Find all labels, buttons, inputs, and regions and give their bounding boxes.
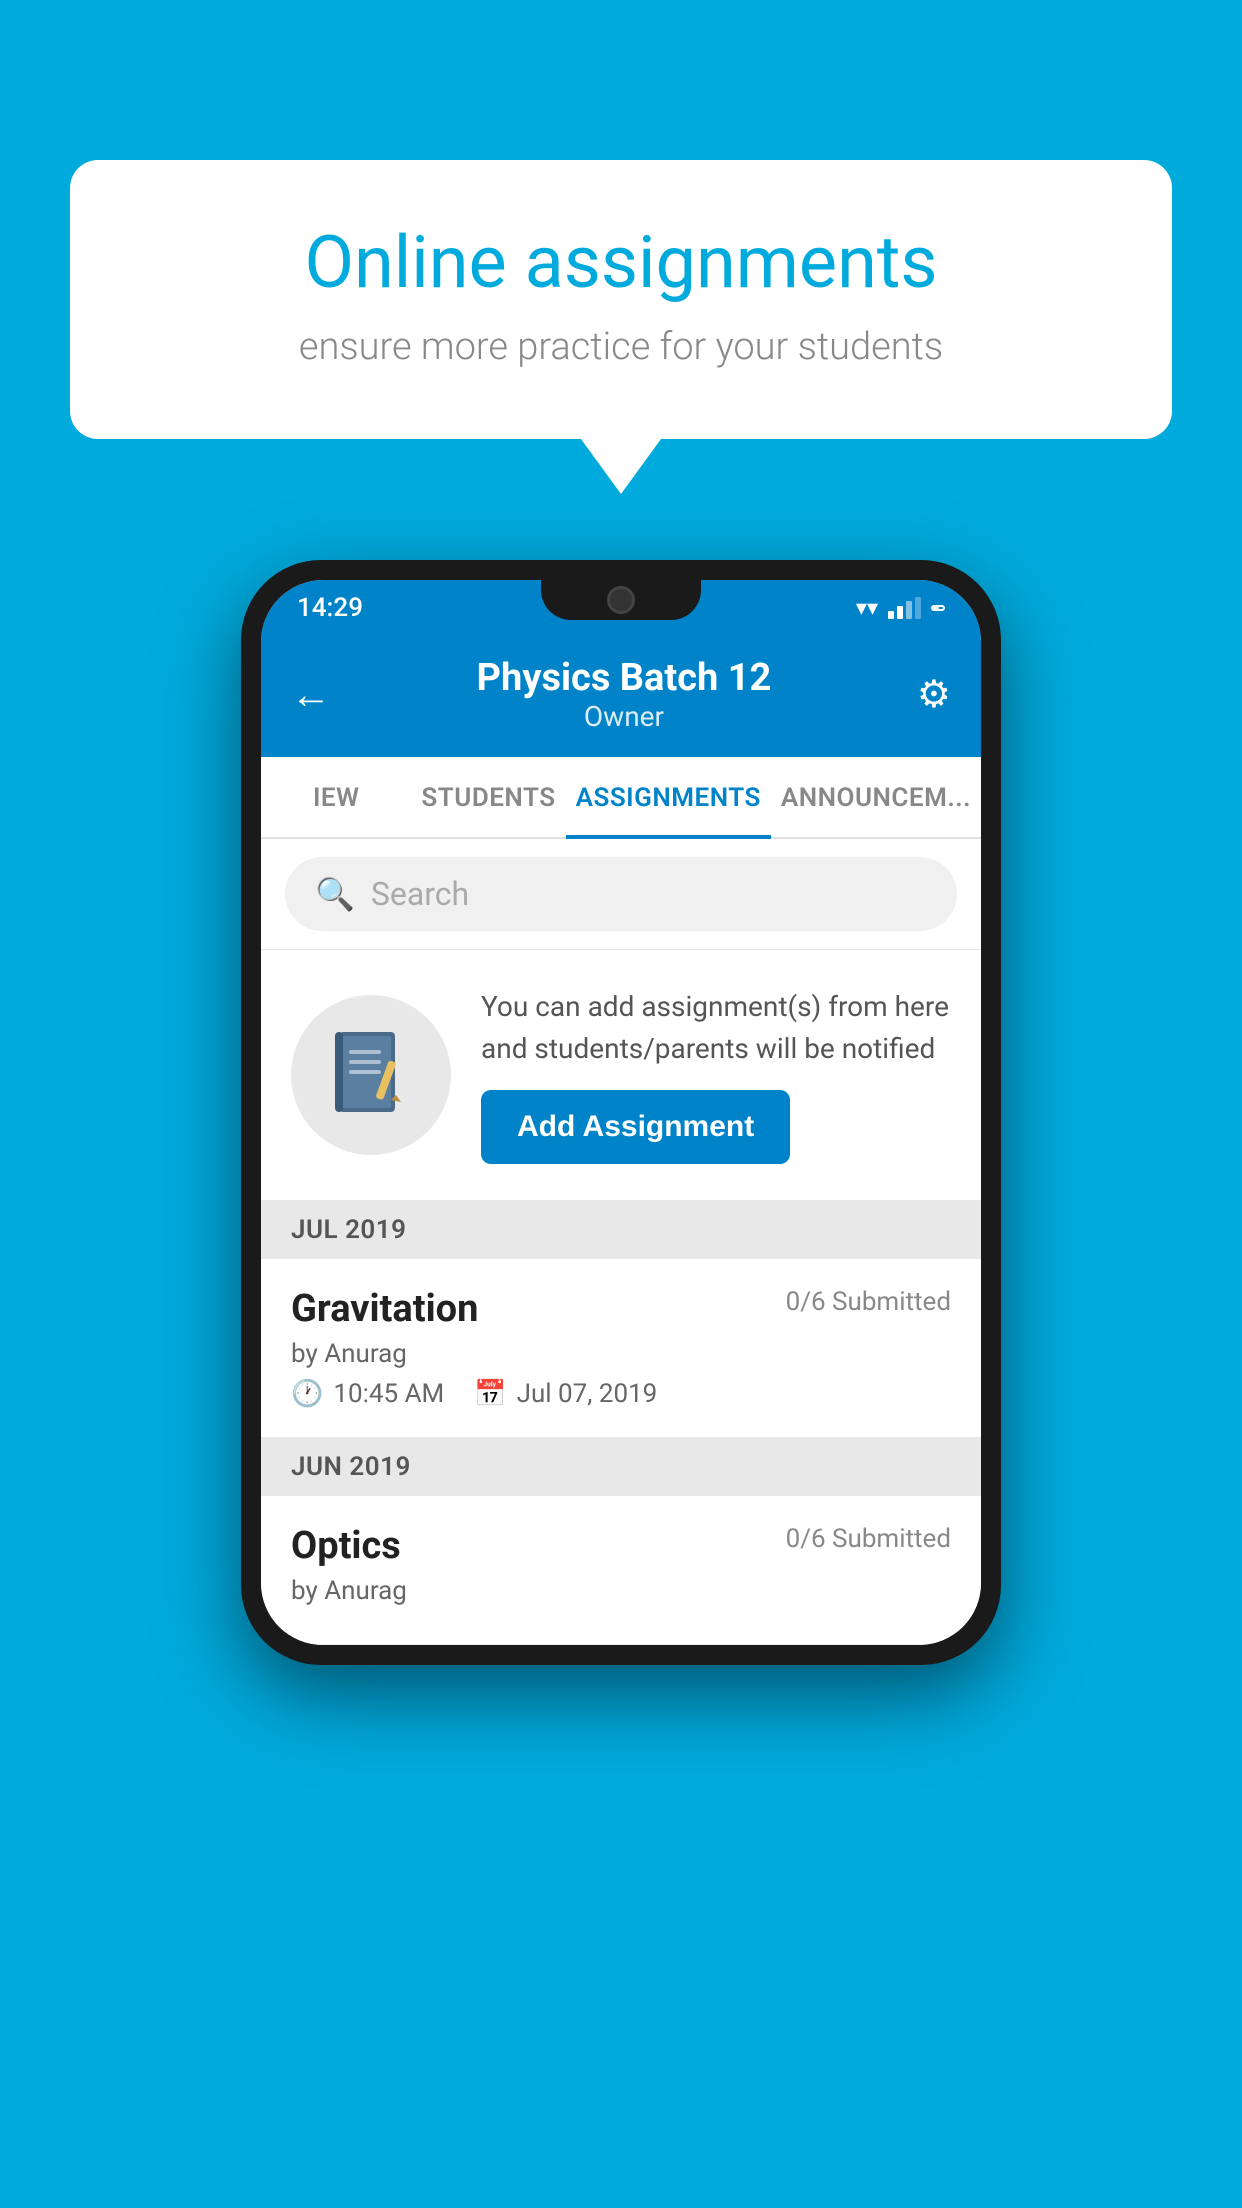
signal-icon — [888, 597, 921, 619]
speech-bubble: Online assignments ensure more practice … — [70, 160, 1172, 439]
phone-camera — [607, 586, 635, 614]
search-bar[interactable]: 🔍 Search — [285, 857, 957, 931]
back-button[interactable]: ← — [291, 671, 331, 718]
phone-screen: 14:29 ▾▾ ← Physics B — [261, 580, 981, 1645]
assignment-top-row-optics: Optics 0/6 Submitted — [291, 1524, 951, 1568]
status-icons: ▾▾ — [856, 596, 945, 621]
speech-bubble-subtitle: ensure more practice for your students — [140, 325, 1102, 369]
speech-bubble-container: Online assignments ensure more practice … — [70, 160, 1172, 494]
promo-icon-circle — [291, 995, 451, 1155]
assignment-date: 📅 Jul 07, 2019 — [474, 1379, 657, 1409]
calendar-icon: 📅 — [474, 1379, 506, 1409]
app-header: ← Physics Batch 12 Owner ⚙ — [261, 636, 981, 757]
tab-iew[interactable]: IEW — [261, 757, 411, 837]
tabs-bar: IEW STUDENTS ASSIGNMENTS ANNOUNCEM... — [261, 757, 981, 839]
speech-bubble-arrow — [581, 439, 661, 494]
assignment-item-optics[interactable]: Optics 0/6 Submitted by Anurag — [261, 1496, 981, 1645]
phone-frame: 14:29 ▾▾ ← Physics B — [241, 560, 1001, 1665]
assignment-item-gravitation[interactable]: Gravitation 0/6 Submitted by Anurag 🕐 10… — [261, 1259, 981, 1438]
assignment-meta: 🕐 10:45 AM 📅 Jul 07, 2019 — [291, 1379, 951, 1409]
promo-description: You can add assignment(s) from here and … — [481, 986, 951, 1070]
phone-notch — [541, 580, 701, 620]
assignment-top-row: Gravitation 0/6 Submitted — [291, 1287, 951, 1331]
clock-icon: 🕐 — [291, 1379, 323, 1409]
search-input-placeholder[interactable]: Search — [371, 875, 469, 913]
speech-bubble-title: Online assignments — [140, 220, 1102, 305]
section-header-jul: JUL 2019 — [261, 1201, 981, 1259]
header-center: Physics Batch 12 Owner — [477, 656, 772, 733]
header-title: Physics Batch 12 — [477, 656, 772, 700]
search-container: 🔍 Search — [261, 839, 981, 950]
battery-icon — [931, 605, 945, 611]
promo-text-area: You can add assignment(s) from here and … — [481, 986, 951, 1164]
assignment-name-optics: Optics — [291, 1524, 401, 1568]
notebook-icon — [331, 1030, 411, 1120]
wifi-icon: ▾▾ — [856, 596, 878, 621]
phone-wrapper: 14:29 ▾▾ ← Physics B — [241, 560, 1001, 1665]
assignment-submitted-optics: 0/6 Submitted — [786, 1524, 951, 1554]
assignment-time: 🕐 10:45 AM — [291, 1379, 444, 1409]
add-assignment-button[interactable]: Add Assignment — [481, 1090, 790, 1164]
tab-assignments[interactable]: ASSIGNMENTS — [566, 757, 771, 839]
search-icon: 🔍 — [315, 875, 355, 913]
section-header-jun: JUN 2019 — [261, 1438, 981, 1496]
promo-section: You can add assignment(s) from here and … — [261, 950, 981, 1201]
header-subtitle: Owner — [477, 700, 772, 733]
tab-students[interactable]: STUDENTS — [411, 757, 565, 837]
assignment-submitted: 0/6 Submitted — [786, 1287, 951, 1317]
tab-announcements[interactable]: ANNOUNCEM... — [771, 757, 981, 837]
status-time: 14:29 — [297, 593, 363, 623]
assignment-name: Gravitation — [291, 1287, 478, 1331]
settings-button[interactable]: ⚙ — [917, 672, 951, 717]
assignment-by-optics: by Anurag — [291, 1576, 951, 1606]
assignment-by: by Anurag — [291, 1339, 951, 1369]
